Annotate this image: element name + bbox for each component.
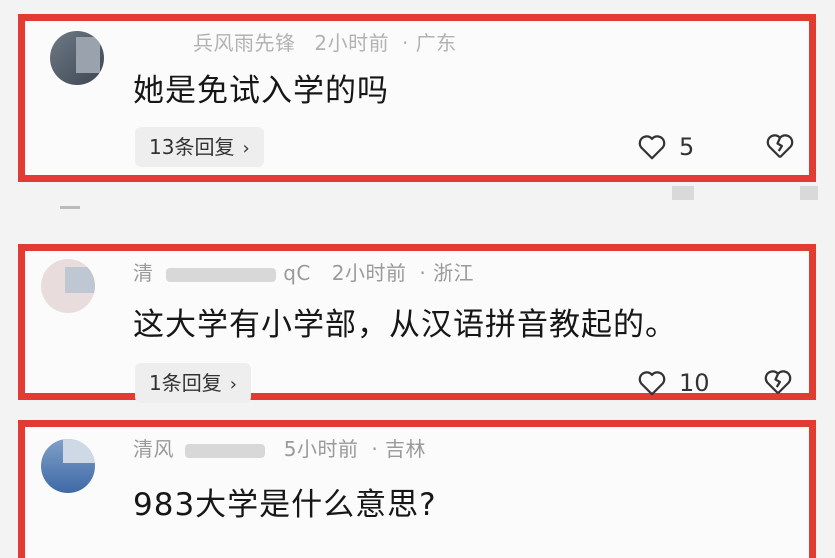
comment-text: 她是免试入学的吗 bbox=[133, 73, 389, 109]
username-prefix[interactable]: 清 bbox=[133, 257, 154, 286]
like-count: 5 bbox=[679, 133, 695, 161]
avatar[interactable] bbox=[50, 31, 104, 85]
username-prefix[interactable]: 清风 bbox=[133, 433, 174, 462]
username[interactable]: 兵风雨先锋 bbox=[193, 27, 296, 56]
timestamp: 2小时前 bbox=[314, 31, 390, 55]
heart-icon bbox=[638, 371, 666, 396]
separator: · bbox=[419, 261, 427, 285]
comment-text: 983大学是什么意思? bbox=[133, 487, 437, 523]
location: 浙江 bbox=[433, 261, 475, 285]
dislike-button[interactable] bbox=[765, 131, 795, 165]
avatar[interactable] bbox=[41, 259, 95, 313]
chevron-right-icon: › bbox=[229, 374, 237, 395]
redacted-name bbox=[166, 267, 277, 282]
comment-meta: 兵风雨先锋 2小时前 · 广东 bbox=[193, 27, 457, 56]
comment-meta: 清风 5小时前 · 吉林 bbox=[133, 433, 426, 462]
comment-meta: 清 qC 2小时前 · 浙江 bbox=[133, 257, 474, 286]
divider bbox=[60, 206, 80, 209]
like-button[interactable]: 5 bbox=[637, 133, 694, 161]
divider bbox=[672, 186, 694, 200]
comment-card-3: 清风 5小时前 · 吉林 983大学是什么意思? bbox=[18, 420, 816, 558]
separator: · bbox=[401, 31, 409, 55]
broken-heart-icon bbox=[766, 134, 794, 159]
view-replies-button[interactable]: 1条回复 › bbox=[135, 363, 251, 403]
separator: · bbox=[371, 437, 379, 461]
broken-heart-icon bbox=[764, 370, 792, 395]
replies-label: 1条回复 bbox=[149, 371, 222, 395]
location: 广东 bbox=[415, 31, 457, 55]
username-suffix[interactable]: qC bbox=[283, 261, 311, 285]
comment-card-1: 兵风雨先锋 2小时前 · 广东 她是免试入学的吗 13条回复 › 5 bbox=[18, 14, 816, 182]
chevron-right-icon: › bbox=[242, 138, 250, 159]
timestamp: 5小时前 bbox=[283, 437, 359, 461]
comment-text: 这大学有小学部，从汉语拼音教起的。 bbox=[133, 307, 677, 343]
comment-card-2: 清 qC 2小时前 · 浙江 这大学有小学部，从汉语拼音教起的。 1条回复 › 1… bbox=[18, 244, 816, 403]
view-replies-button[interactable]: 13条回复 › bbox=[135, 127, 264, 167]
location: 吉林 bbox=[385, 437, 427, 461]
timestamp: 2小时前 bbox=[331, 261, 407, 285]
redacted-name bbox=[184, 443, 265, 458]
dislike-button[interactable] bbox=[763, 367, 793, 401]
like-count: 10 bbox=[679, 369, 710, 397]
like-button[interactable]: 10 bbox=[637, 369, 710, 397]
divider bbox=[800, 186, 818, 200]
replies-label: 13条回复 bbox=[149, 135, 235, 159]
heart-icon bbox=[638, 135, 666, 160]
avatar[interactable] bbox=[41, 439, 95, 493]
